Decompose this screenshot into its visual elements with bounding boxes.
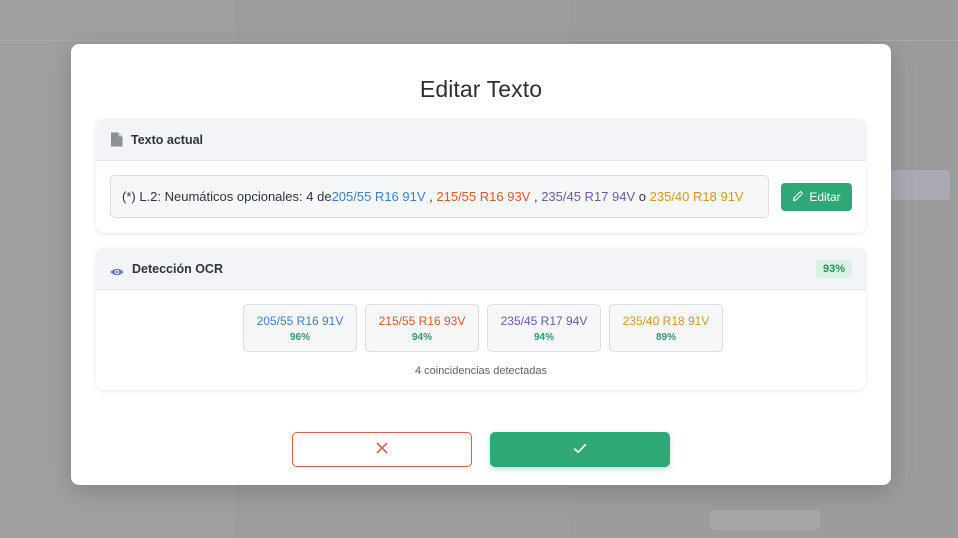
text-tire-3: 235/45 R17 94V (541, 189, 636, 204)
ocr-match-confidence: 89% (655, 332, 676, 343)
current-text-title: Texto actual (131, 132, 204, 147)
confirm-button[interactable] (490, 432, 670, 467)
ocr-match-confidence: 96% (289, 332, 310, 343)
text-sep-2: , (530, 189, 542, 204)
ocr-match-label: 235/40 R18 91V (622, 314, 710, 328)
close-icon (376, 441, 388, 459)
text-tire-2: 215/55 R16 93V (436, 189, 531, 204)
ocr-match-label: 205/55 R16 91V (256, 314, 344, 328)
text-prefix: (*) L.2: Neumáticos opcionales: 4 de (122, 189, 332, 204)
ocr-match-confidence: 94% (533, 332, 554, 343)
modal-title: Editar Texto (419, 76, 543, 102)
ocr-match-chip[interactable]: 235/40 R18 91V 89% (609, 304, 723, 352)
text-tire-4: 235/40 R18 91V (649, 189, 744, 204)
eye-icon (110, 264, 124, 275)
ocr-match-confidence: 94% (411, 332, 432, 343)
edit-button-label: Editar (809, 190, 841, 204)
current-text-header: Texto actual (96, 119, 866, 161)
edit-button[interactable]: Editar (781, 183, 852, 211)
ocr-match-chip[interactable]: 235/45 R17 94V 94% (487, 304, 601, 352)
match-count-text: 4 coincidencias detectadas (414, 365, 548, 377)
cancel-button[interactable] (292, 432, 472, 467)
text-sep-1: , (425, 189, 437, 204)
confidence-badge: 93% (815, 259, 852, 278)
ocr-match-chip[interactable]: 215/55 R16 93V 94% (365, 304, 479, 352)
ocr-panel: Detección OCR 93% 205/55 R16 91V 96% 215… (96, 248, 866, 390)
edit-text-modal: Editar Texto Texto actual (*) L.2: Neumá… (71, 44, 891, 485)
current-text-field: (*) L.2: Neumáticos opcionales: 4 de 205… (110, 175, 769, 218)
ocr-match-chip[interactable]: 205/55 R16 91V 96% (243, 304, 357, 352)
text-sep-3: o (635, 189, 650, 204)
check-icon (573, 441, 587, 459)
ocr-title: Detección OCR (132, 261, 223, 276)
ocr-match-label: 235/45 R17 94V (500, 314, 588, 328)
ocr-match-label: 215/55 R16 93V (378, 314, 466, 328)
ocr-matches: 205/55 R16 91V 96% 215/55 R16 93V 94% 23… (243, 304, 723, 352)
ocr-header: Detección OCR 93% (96, 248, 866, 290)
current-text-panel: Texto actual (*) L.2: Neumáticos opciona… (96, 119, 866, 233)
document-icon (110, 132, 123, 147)
pencil-icon (792, 190, 804, 205)
text-tire-1: 205/55 R16 91V (331, 189, 426, 204)
